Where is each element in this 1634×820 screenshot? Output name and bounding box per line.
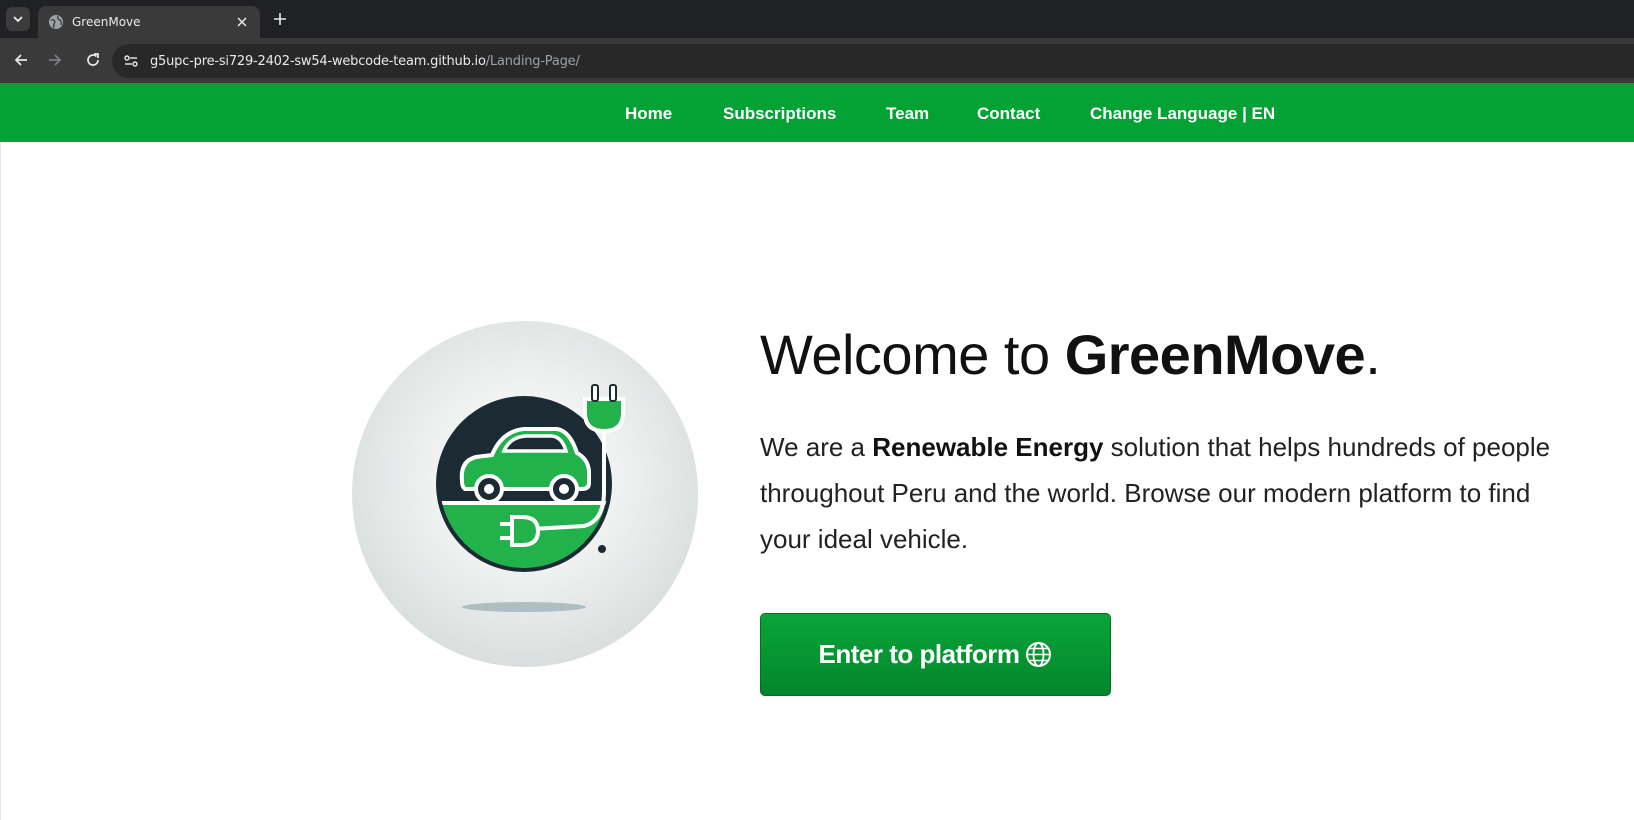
back-icon[interactable] xyxy=(11,50,31,70)
chevron-down-icon xyxy=(13,16,23,23)
nav-link-contact[interactable]: Contact xyxy=(977,104,1040,124)
url-host: g5upc-pre-si729-2402-sw54-webcode-team.g… xyxy=(150,53,486,69)
reload-icon[interactable] xyxy=(83,50,103,70)
globe-icon xyxy=(48,14,64,30)
address-bar[interactable]: g5upc-pre-si729-2402-sw54-webcode-team.g… xyxy=(112,44,1634,78)
nav-link-subscriptions[interactable]: Subscriptions xyxy=(723,104,836,124)
hero-description: We are a Renewable Energy solution that … xyxy=(760,424,1580,562)
lead-part-1: We are a xyxy=(760,432,873,462)
nav-link-team[interactable]: Team xyxy=(886,104,929,124)
electric-car-logo xyxy=(436,384,625,612)
browser-tabstrip: GreenMove xyxy=(0,0,1634,38)
plus-icon[interactable] xyxy=(270,9,290,29)
headline-brand: GreenMove xyxy=(1064,323,1366,386)
nav-link-home[interactable]: Home xyxy=(625,104,672,124)
page-edge xyxy=(0,142,1,820)
url-text: g5upc-pre-si729-2402-sw54-webcode-team.g… xyxy=(150,54,580,69)
close-icon[interactable] xyxy=(234,14,250,30)
nav-link-change-language[interactable]: Change Language | EN xyxy=(1090,104,1275,124)
site-navbar: Home Subscriptions Team Contact Change L… xyxy=(0,83,1634,142)
tab-title: GreenMove xyxy=(72,15,141,29)
lead-highlight: Renewable Energy xyxy=(872,432,1104,462)
url-path: /Landing-Page/ xyxy=(485,53,580,69)
forward-icon[interactable] xyxy=(45,50,65,70)
browser-toolbar: g5upc-pre-si729-2402-sw54-webcode-team.g… xyxy=(0,38,1634,83)
enter-platform-button[interactable]: Enter to platform xyxy=(760,613,1111,696)
browser-tab[interactable]: GreenMove xyxy=(38,6,260,38)
enter-platform-label: Enter to platform xyxy=(818,639,1020,669)
site-info-icon[interactable] xyxy=(122,52,140,70)
globe-icon xyxy=(1025,641,1052,668)
hero-image xyxy=(352,321,698,667)
headline-prefix: Welcome to xyxy=(760,323,1065,386)
hero-headline: Welcome to GreenMove. xyxy=(760,322,1381,387)
tab-list-button[interactable] xyxy=(6,7,30,31)
headline-suffix: . xyxy=(1365,323,1381,386)
